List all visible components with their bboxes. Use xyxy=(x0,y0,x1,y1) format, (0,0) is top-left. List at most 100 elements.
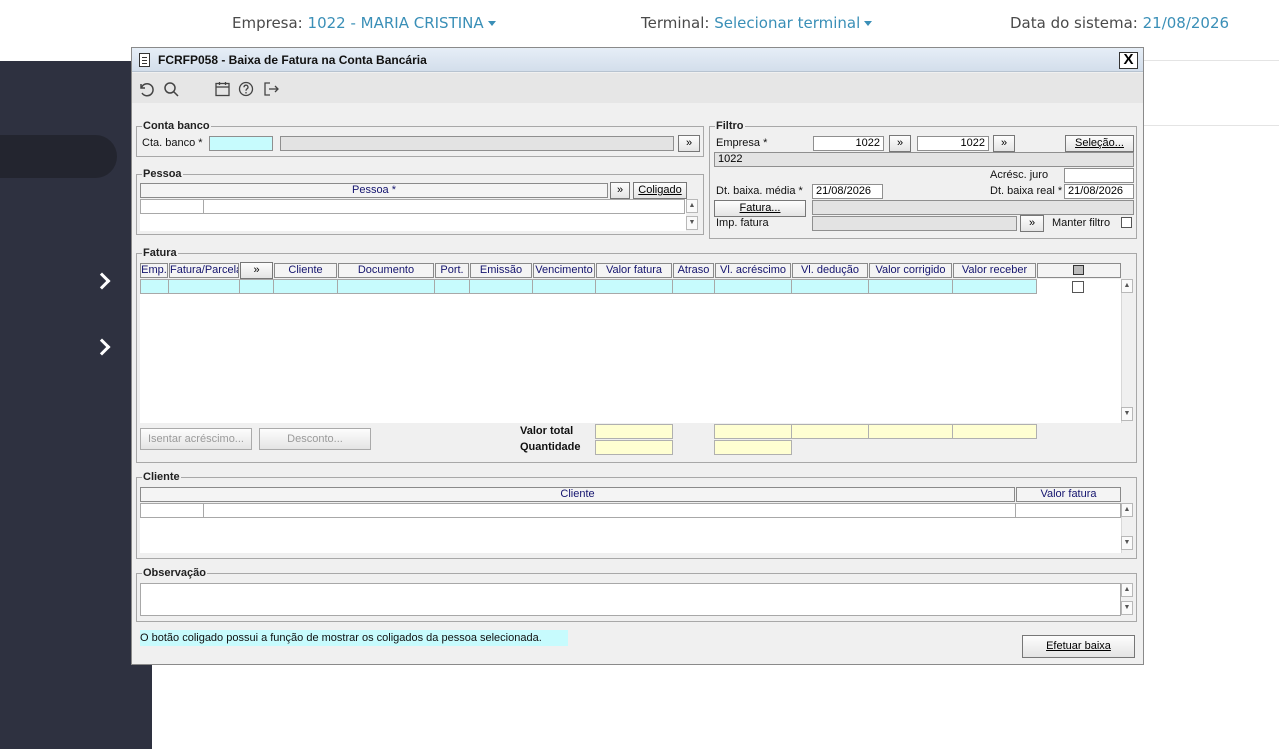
manter-filtro-checkbox[interactable] xyxy=(1121,217,1132,228)
scroll-up-icon[interactable]: ▲ xyxy=(686,199,698,213)
coligado-button[interactable]: Coligado xyxy=(633,182,687,199)
scroll-down-icon[interactable]: ▼ xyxy=(1121,536,1133,550)
efetuar-baixa-label: Efetuar baixa xyxy=(1046,640,1111,652)
top-header: Empresa: 1022 - MARIA CRISTINA Terminal:… xyxy=(0,0,1279,46)
cliente-code-cell[interactable] xyxy=(140,503,204,518)
fatura-cell[interactable] xyxy=(672,279,715,294)
conta-banco-legend: Conta banco xyxy=(143,120,210,132)
cliente-name-cell[interactable] xyxy=(203,503,1016,518)
fatura-grid xyxy=(140,279,1121,423)
empresa-desc-field: 1022 xyxy=(714,152,1134,167)
select-all-checkbox[interactable] xyxy=(1073,265,1084,275)
fatura-cell[interactable] xyxy=(239,279,274,294)
fatura-cell[interactable] xyxy=(469,279,533,294)
terminal-value[interactable]: Selecionar terminal xyxy=(714,14,860,32)
fatura-lookup-button[interactable]: » xyxy=(240,262,273,279)
col-valor-fatura: Valor fatura xyxy=(596,263,672,278)
selecao-button[interactable]: Seleção... xyxy=(1065,135,1134,152)
isentar-acrescimo-button[interactable]: Isentar acréscimo... xyxy=(140,428,252,450)
fatura-filter-field xyxy=(812,200,1134,215)
scroll-up-icon[interactable]: ▲ xyxy=(1121,503,1133,517)
sidebar-item-active[interactable] xyxy=(0,135,117,178)
undo-icon[interactable] xyxy=(137,81,155,97)
fatura-cell[interactable] xyxy=(714,279,792,294)
dt-baixa-real-input[interactable]: 21/08/2026 xyxy=(1064,184,1134,199)
acresc-juro-input[interactable] xyxy=(1064,168,1134,183)
pessoa-legend: Pessoa xyxy=(143,168,182,180)
fatura-cell[interactable] xyxy=(140,279,169,294)
cliente-valor-column-header: Valor fatura xyxy=(1016,487,1121,502)
fatura-filter-button[interactable]: Fatura... xyxy=(714,200,806,217)
scroll-down-icon[interactable]: ▼ xyxy=(1121,407,1133,421)
fatura-cell[interactable] xyxy=(434,279,470,294)
imp-fatura-lookup-button[interactable]: » xyxy=(1020,215,1044,232)
caret-down-icon xyxy=(864,21,873,26)
system-date-value: 21/08/2026 xyxy=(1142,14,1230,32)
terminal-label: Terminal: xyxy=(641,14,710,32)
help-icon[interactable] xyxy=(238,81,256,97)
empresa-from-lookup-button[interactable]: » xyxy=(889,135,911,152)
fatura-cell[interactable] xyxy=(595,279,673,294)
pessoa-lookup-button[interactable]: » xyxy=(610,182,630,199)
imp-fatura-field xyxy=(812,216,1017,231)
cta-banco-lookup-button[interactable]: » xyxy=(678,135,700,152)
fatura-scrollbar[interactable] xyxy=(1121,279,1135,423)
terminal-selector[interactable]: Terminal: Selecionar terminal xyxy=(641,14,873,32)
pessoa-name-cell[interactable] xyxy=(203,199,685,214)
empresa-selector[interactable]: Empresa: 1022 - MARIA CRISTINA xyxy=(232,14,496,32)
dt-baixa-real-label: Dt. baixa real * xyxy=(990,185,1063,197)
fatura-cell[interactable] xyxy=(168,279,240,294)
cliente-valor-cell[interactable] xyxy=(1015,503,1121,518)
quantidade-label: Quantidade xyxy=(520,441,581,453)
empresa-to-input[interactable]: 1022 xyxy=(917,136,989,151)
dt-baixa-media-input[interactable]: 21/08/2026 xyxy=(812,184,883,199)
total-quantidade-field xyxy=(595,440,673,455)
observacao-legend: Observação xyxy=(143,567,206,579)
scroll-down-icon[interactable]: ▼ xyxy=(1121,601,1133,615)
observacao-textarea[interactable] xyxy=(140,583,1121,616)
fatura-cell[interactable] xyxy=(868,279,953,294)
calendar-icon[interactable] xyxy=(214,81,232,97)
toolbar xyxy=(132,73,1143,103)
total-vl-acrescimo-field xyxy=(714,424,792,439)
desconto-button[interactable]: Desconto... xyxy=(259,428,371,450)
scroll-up-icon[interactable]: ▲ xyxy=(1121,583,1133,597)
pessoa-column-header: Pessoa * xyxy=(140,183,608,198)
empresa-value[interactable]: 1022 - MARIA CRISTINA xyxy=(308,14,484,32)
cta-banco-code-input[interactable] xyxy=(209,136,273,151)
scroll-down-icon[interactable]: ▼ xyxy=(686,216,698,230)
chevron-right-icon[interactable] xyxy=(93,272,111,290)
col-vl-acrescimo: Vl. acréscimo xyxy=(715,263,791,278)
fatura-cell[interactable] xyxy=(532,279,596,294)
fatura-cell[interactable] xyxy=(337,279,435,294)
row-checkbox[interactable] xyxy=(1072,281,1084,293)
search-icon[interactable] xyxy=(163,81,181,97)
col-atraso: Atraso xyxy=(673,263,714,278)
dialog-window: FCRFP058 - Baixa de Fatura na Conta Banc… xyxy=(131,47,1144,665)
close-button[interactable]: X xyxy=(1119,52,1138,69)
col-documento: Documento xyxy=(338,263,434,278)
fatura-cell[interactable] xyxy=(791,279,869,294)
valor-total-label: Valor total xyxy=(520,425,574,437)
col-emissao: Emissão xyxy=(470,263,532,278)
divider xyxy=(1143,60,1279,61)
col-emp: Emp. xyxy=(140,263,168,278)
exit-icon[interactable] xyxy=(263,81,281,97)
empresa-to-lookup-button[interactable]: » xyxy=(993,135,1015,152)
fatura-cell[interactable] xyxy=(273,279,338,294)
sidebar xyxy=(0,61,152,749)
cliente-legend: Cliente xyxy=(143,471,180,483)
efetuar-baixa-button[interactable]: Efetuar baixa xyxy=(1022,635,1135,658)
divider xyxy=(1143,125,1279,126)
scroll-up-icon[interactable]: ▲ xyxy=(1121,279,1133,293)
col-fatura-parcela: Fatura/Parcela xyxy=(169,263,239,278)
cliente-column-header: Cliente xyxy=(140,487,1015,502)
fatura-cell[interactable] xyxy=(952,279,1037,294)
caret-down-icon xyxy=(487,21,496,26)
empresa-from-input[interactable]: 1022 xyxy=(813,136,884,151)
pessoa-code-cell[interactable] xyxy=(140,199,204,214)
cta-banco-label: Cta. banco * xyxy=(142,137,203,149)
acresc-juro-label: Acrésc. juro xyxy=(990,169,1049,181)
col-cliente: Cliente xyxy=(274,263,337,278)
chevron-right-icon[interactable] xyxy=(93,338,111,356)
